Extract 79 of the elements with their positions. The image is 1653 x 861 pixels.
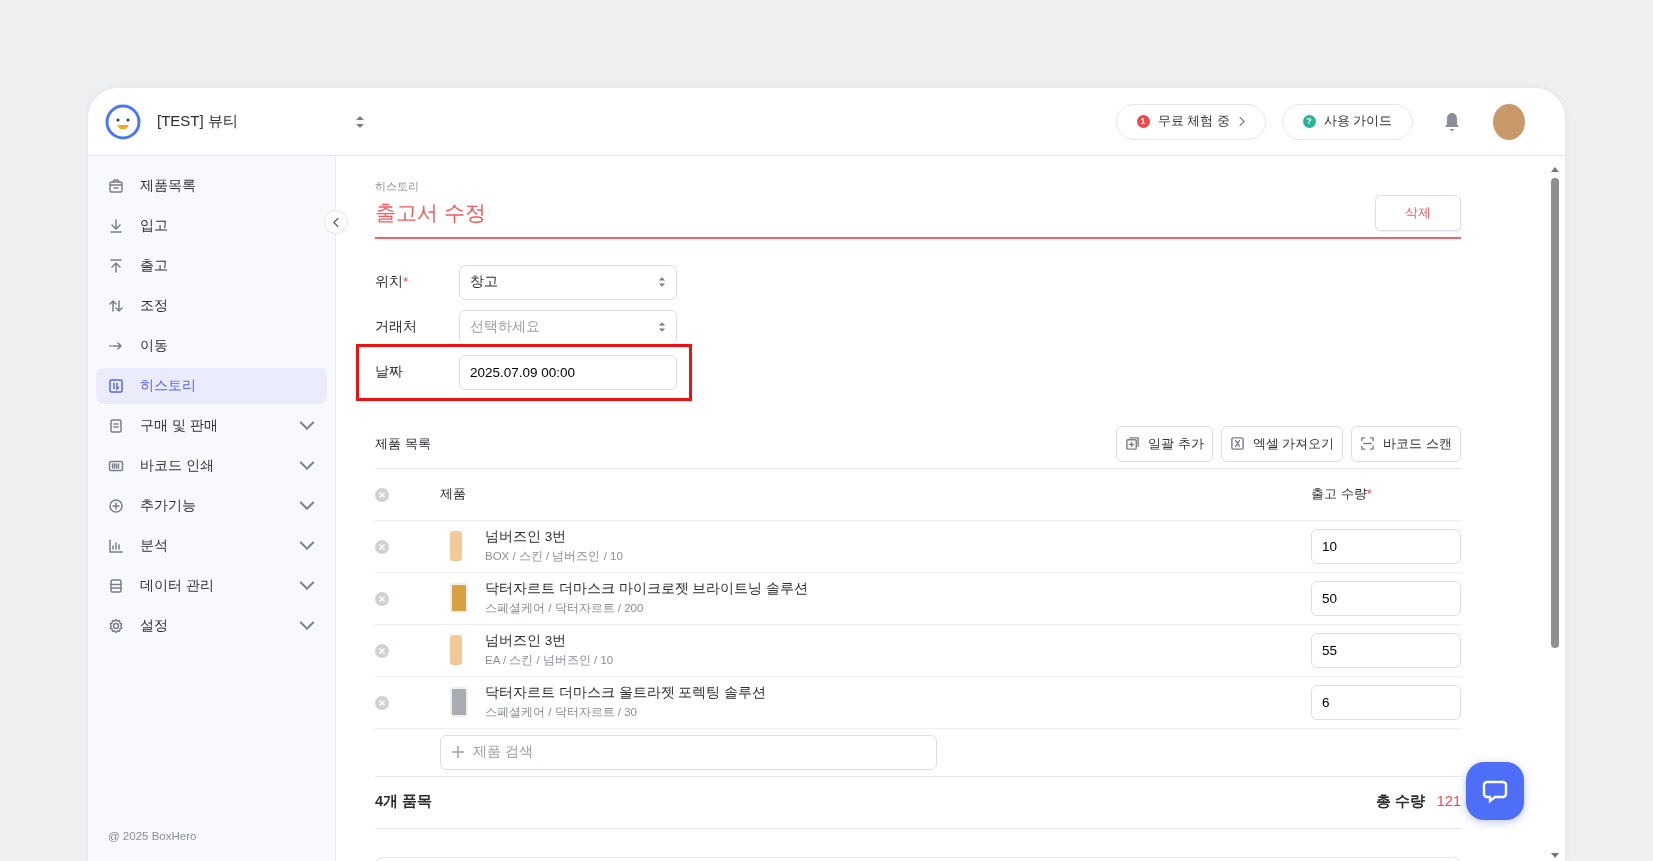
page-title: 출고서 수정 xyxy=(375,199,486,226)
collapse-sidebar-button[interactable] xyxy=(324,210,348,234)
copy-plus-icon xyxy=(1125,436,1141,451)
copyright-text: @ 2025 BoxHero xyxy=(107,828,198,844)
product-details: 스페셜케어 / 닥터자르트 / 200 xyxy=(485,600,645,616)
column-header: 제품 xyxy=(440,485,467,504)
updown-caret-icon xyxy=(658,321,666,333)
scan-icon xyxy=(1360,436,1376,451)
sidebar-item[interactable]: 데이터 관리 xyxy=(96,568,327,604)
remove-icon[interactable] xyxy=(375,695,389,710)
sidebar-item[interactable]: 설정 xyxy=(96,608,327,644)
quantity-input[interactable]: 6 xyxy=(1311,684,1461,720)
sidebar-item[interactable]: 입고 xyxy=(96,208,327,244)
product-name[interactable]: 닥터자르트 더마스크 울트라젯 포렉팅 솔루션 xyxy=(485,683,1311,704)
product-details: EA / 스킨 / 넘버즈인 / 10 xyxy=(485,652,615,668)
updown-caret-icon xyxy=(658,276,666,288)
sidebar-item[interactable]: 이동 xyxy=(96,328,327,364)
box-icon xyxy=(108,178,124,194)
product-bottle-photo xyxy=(450,635,462,665)
remove-icon[interactable] xyxy=(375,643,389,658)
select-field[interactable]: 창고 xyxy=(459,264,677,300)
sidebar-item[interactable]: 조정 xyxy=(96,288,327,324)
sidebar-item[interactable]: 추가기능 xyxy=(96,488,327,524)
quantity-input[interactable]: 10 xyxy=(1311,528,1461,564)
product-name[interactable]: 닥터자르트 더마스크 마이크로젯 브라이트닝 솔루션 xyxy=(485,579,1311,600)
database-icon xyxy=(108,578,124,594)
chevron-right-icon xyxy=(1237,116,1245,127)
column-header: 출고 수량* xyxy=(1311,485,1373,504)
excel-file-icon xyxy=(1229,436,1245,451)
quantity-input[interactable]: 50 xyxy=(1311,580,1461,616)
duck-logo-icon xyxy=(105,103,141,140)
chevron-left-icon xyxy=(332,216,340,228)
field-label: 날짜 xyxy=(375,362,404,381)
sidebar-item[interactable]: 히스토리 xyxy=(96,368,327,404)
sidebar-item[interactable]: 출고 xyxy=(96,248,327,284)
remove-icon[interactable] xyxy=(375,539,389,554)
workspace-name: [TEST] 뷰티 xyxy=(157,111,239,132)
sidebar-item[interactable]: 바코드 인쇄 xyxy=(96,448,327,484)
workspace-switch-icon[interactable] xyxy=(355,114,365,129)
product-pack-photo xyxy=(450,687,468,717)
sidebar-item[interactable]: 제품목록 xyxy=(96,168,327,204)
download-icon xyxy=(108,218,124,234)
chat-button[interactable] xyxy=(1466,762,1524,820)
history-icon xyxy=(108,378,124,394)
bar-chart-icon xyxy=(108,538,124,554)
sidebar-item[interactable]: 분석 xyxy=(96,528,327,564)
sidebar-item[interactable]: 구매 및 판매 xyxy=(96,408,327,444)
product-details: 스페셜케어 / 닥터자르트 / 30 xyxy=(485,704,638,720)
field-label: 거래처 xyxy=(375,317,418,336)
remove-icon[interactable] xyxy=(375,487,389,502)
avatar[interactable] xyxy=(1493,103,1525,140)
action-button[interactable]: 엑셀 가져오기 xyxy=(1220,425,1344,462)
plus-circle-icon xyxy=(108,498,124,514)
product-pack-photo xyxy=(450,583,468,613)
help-badge: ? xyxy=(1302,115,1316,128)
action-button[interactable]: 일괄 추가 xyxy=(1116,425,1213,462)
date-input[interactable]: 2025.07.09 00:00 xyxy=(459,354,677,390)
plus-icon xyxy=(451,745,465,759)
remove-icon[interactable] xyxy=(375,591,389,606)
field-label: 위치* xyxy=(375,272,410,291)
item-count: 4개 품목 xyxy=(375,792,433,812)
action-button[interactable]: 바코드 스캔 xyxy=(1351,425,1461,462)
section-title: 제품 목록 xyxy=(375,434,431,453)
product-name[interactable]: 넘버즈인 3번 xyxy=(485,527,1311,548)
alert-badge: 1 xyxy=(1136,115,1150,128)
upload-icon xyxy=(108,258,124,274)
breadcrumb[interactable]: 히스토리 xyxy=(375,178,1461,195)
swap-arrows-icon xyxy=(108,298,124,314)
settings-icon xyxy=(108,618,124,634)
total-quantity: 총 수량 121 xyxy=(1375,792,1461,812)
barcode-icon xyxy=(108,458,124,474)
bell-icon[interactable] xyxy=(1443,111,1461,132)
free-trial-button[interactable]: 1 무료 체험 중 xyxy=(1115,103,1266,140)
user-guide-button[interactable]: ? 사용 가이드 xyxy=(1281,103,1413,140)
product-bottle-photo xyxy=(450,531,462,561)
product-name[interactable]: 넘버즈인 3번 xyxy=(485,631,1311,652)
quantity-input[interactable]: 55 xyxy=(1311,632,1461,668)
document-icon xyxy=(108,418,124,434)
product-details: BOX / 스킨 / 넘버즈인 / 10 xyxy=(485,548,624,564)
